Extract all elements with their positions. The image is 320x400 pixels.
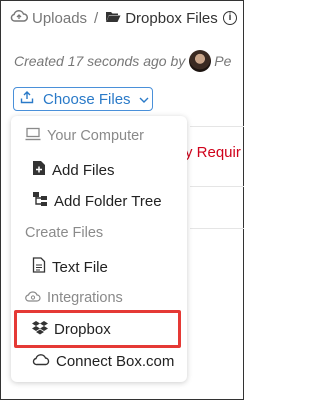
upload-icon bbox=[20, 90, 34, 108]
breadcrumb-current: Dropbox Files bbox=[105, 10, 218, 27]
file-plus-icon bbox=[32, 160, 46, 180]
breadcrumb-separator: / bbox=[94, 9, 99, 27]
chevron-down-icon bbox=[139, 91, 149, 108]
choose-files-label: Choose Files bbox=[43, 90, 131, 108]
section-header-integrations: Integrations bbox=[25, 289, 123, 307]
breadcrumb-uploads-label: Uploads bbox=[32, 9, 88, 27]
menu-item-connect-box[interactable]: Connect Box.com bbox=[32, 353, 174, 370]
background-divider bbox=[190, 228, 244, 229]
menu-item-label: Add Folder Tree bbox=[54, 192, 162, 210]
section-header-label: Your Computer bbox=[47, 128, 144, 144]
menu-item-text-file[interactable]: Text File bbox=[32, 257, 108, 277]
section-header-label: Integrations bbox=[47, 290, 123, 306]
menu-item-add-folder-tree[interactable]: Add Folder Tree bbox=[32, 191, 162, 211]
background-divider bbox=[190, 126, 244, 127]
folder-tree-icon bbox=[32, 191, 48, 211]
cloud-upload-icon bbox=[10, 9, 28, 27]
avatar bbox=[189, 50, 212, 72]
menu-item-label: Connect Box.com bbox=[56, 353, 175, 370]
info-icon[interactable]: i bbox=[223, 11, 237, 25]
section-header-your-computer: Your Computer bbox=[25, 127, 144, 145]
breadcrumb-uploads[interactable]: Uploads bbox=[10, 9, 87, 27]
created-by-name[interactable]: Pe bbox=[214, 53, 231, 69]
menu-item-add-files[interactable]: Add Files bbox=[32, 160, 115, 180]
computer-icon bbox=[25, 127, 41, 145]
section-header-create-files: Create Files bbox=[25, 225, 103, 241]
menu-item-label: Text File bbox=[52, 258, 108, 276]
dropbox-highlight-box bbox=[14, 310, 181, 348]
choose-files-button[interactable]: Choose Files bbox=[13, 87, 153, 111]
breadcrumb: Uploads / Dropbox Files bbox=[10, 9, 218, 27]
breadcrumb-current-label: Dropbox Files bbox=[125, 9, 218, 27]
integrations-icon bbox=[25, 289, 41, 307]
cloud-icon bbox=[32, 353, 50, 370]
folder-open-icon bbox=[105, 10, 121, 27]
text-file-icon bbox=[32, 257, 46, 277]
created-text: Created 17 seconds ago by bbox=[14, 53, 186, 69]
created-info: Created 17 seconds ago by Pe bbox=[14, 50, 231, 72]
menu-item-label: Add Files bbox=[52, 161, 115, 179]
required-text: y Requir bbox=[185, 144, 241, 161]
section-header-label: Create Files bbox=[25, 225, 104, 241]
background-divider bbox=[190, 186, 244, 187]
